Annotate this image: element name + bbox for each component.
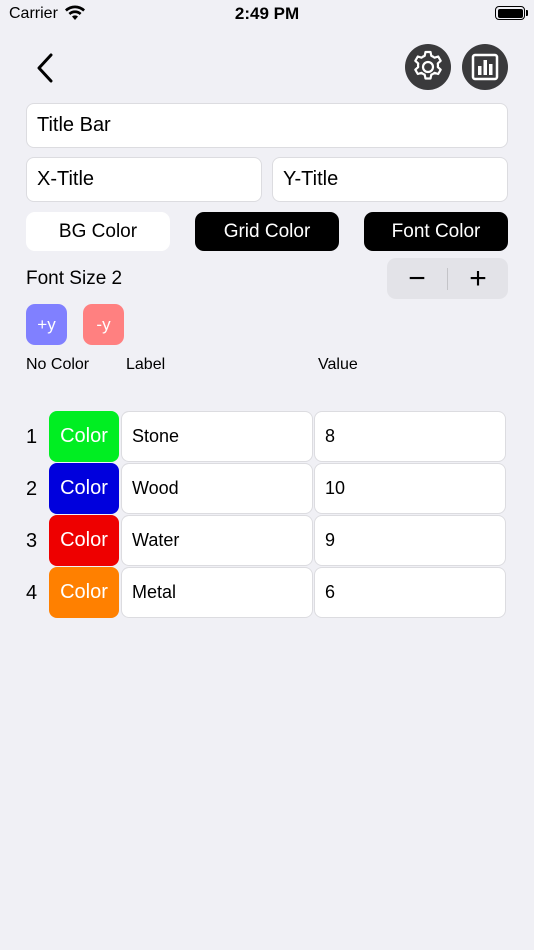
x-title-input[interactable]: X-Title	[26, 157, 262, 202]
column-header-value: Value	[318, 356, 358, 373]
back-button[interactable]	[28, 48, 62, 88]
table-row: 1 Color Stone 8	[0, 411, 534, 463]
row-label-input[interactable]: Stone	[121, 411, 313, 462]
row-value-input[interactable]: 6	[314, 567, 506, 618]
bar-chart-icon	[471, 53, 499, 81]
row-color-button[interactable]: Color	[49, 463, 119, 514]
battery-icon	[495, 6, 525, 20]
decrement-button[interactable]: −	[387, 258, 447, 299]
row-label-input[interactable]: Metal	[121, 567, 313, 618]
row-number: 1	[26, 425, 38, 448]
minus-y-button[interactable]: -y	[83, 304, 124, 345]
row-value-input[interactable]: 10	[314, 463, 506, 514]
increment-button[interactable]: +	[448, 258, 508, 299]
font-color-button[interactable]: Font Color	[364, 212, 508, 251]
bg-color-button[interactable]: BG Color	[26, 212, 170, 251]
row-label-input[interactable]: Wood	[121, 463, 313, 514]
chevron-left-icon	[37, 53, 53, 83]
row-value-input[interactable]: 8	[314, 411, 506, 462]
row-number: 3	[26, 529, 38, 552]
row-value-input[interactable]: 9	[314, 515, 506, 566]
column-header-no-color: No Color	[26, 356, 90, 373]
font-size-label: Font Size 2	[26, 268, 123, 289]
settings-button[interactable]	[405, 44, 451, 90]
column-header-label: Label	[126, 356, 166, 373]
y-title-input[interactable]: Y-Title	[272, 157, 508, 202]
row-color-button[interactable]: Color	[49, 515, 119, 566]
chart-title-input[interactable]: Title Bar	[26, 103, 508, 148]
status-time: 2:49 PM	[234, 4, 300, 23]
gear-icon	[414, 50, 442, 80]
table-row: 2 Color Wood 10	[0, 463, 534, 515]
plus-y-button[interactable]: +y	[26, 304, 67, 345]
grid-color-button[interactable]: Grid Color	[195, 212, 339, 251]
row-number: 2	[26, 477, 38, 500]
font-size-stepper: − +	[387, 258, 508, 299]
row-label-input[interactable]: Water	[121, 515, 313, 566]
row-number: 4	[26, 581, 38, 604]
table-row: 4 Color Metal 6	[0, 567, 534, 619]
table-row: 3 Color Water 9	[0, 515, 534, 567]
battery-tip	[526, 10, 528, 16]
chart-button[interactable]	[462, 44, 508, 90]
row-color-button[interactable]: Color	[49, 411, 119, 462]
row-color-button[interactable]: Color	[49, 567, 119, 618]
